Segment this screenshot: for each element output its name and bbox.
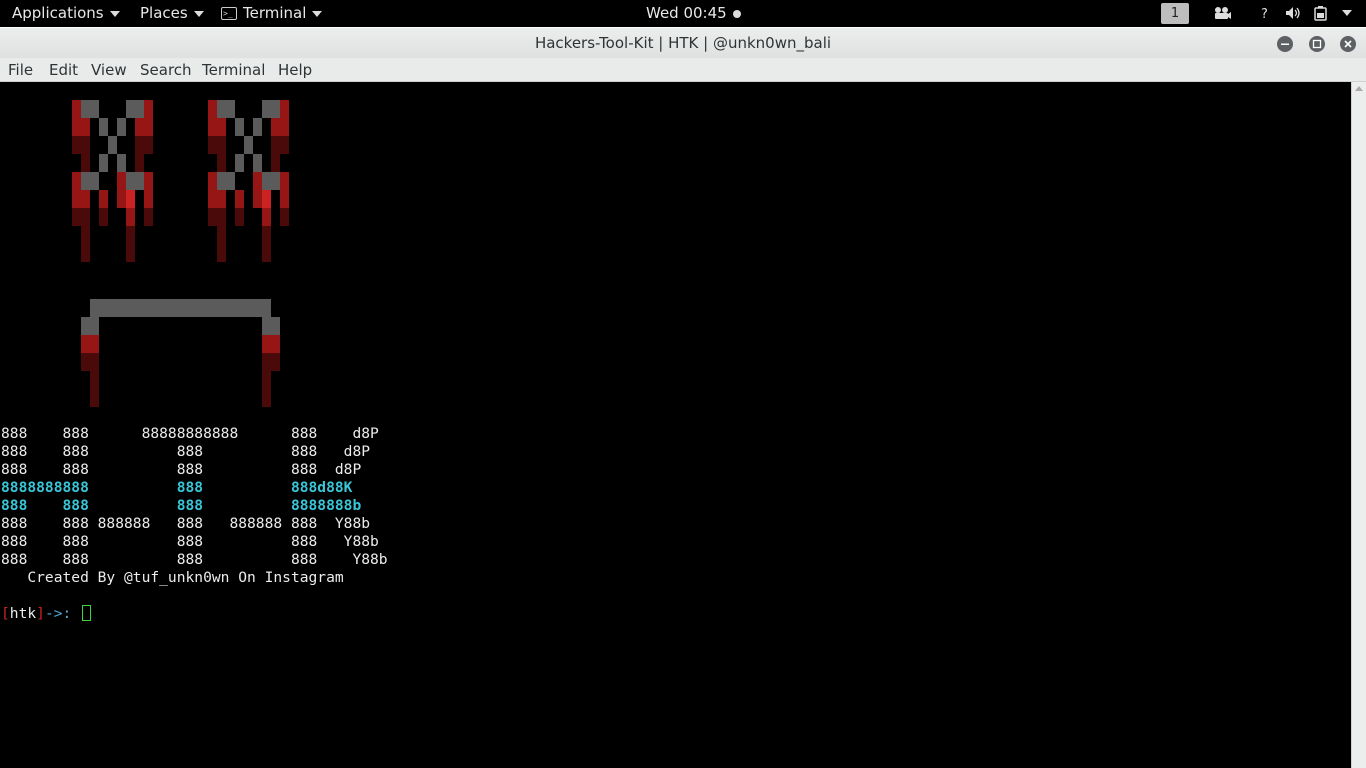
- workspace-indicator[interactable]: 1: [1161, 3, 1189, 24]
- minimize-button[interactable]: [1277, 36, 1293, 52]
- system-menu[interactable]: [1336, 0, 1352, 27]
- terminal-app-label: Terminal: [243, 4, 307, 22]
- places-label: Places: [140, 4, 188, 22]
- chevron-down-icon: [312, 10, 323, 17]
- banner-line: 8888888888 888 888d88K: [1, 479, 353, 496]
- text-cursor: [82, 605, 92, 621]
- scrollbar[interactable]: [1351, 82, 1366, 768]
- command-prompt[interactable]: [htk]->:: [1, 605, 92, 623]
- menu-search[interactable]: Search: [140, 58, 192, 82]
- window-titlebar[interactable]: Hackers-Tool-Kit | HTK | @unkn0wn_bali: [0, 27, 1366, 58]
- chevron-down-icon: [109, 10, 120, 17]
- places-menu[interactable]: Places: [140, 0, 204, 27]
- banner-line: 888 888 888 888 d8P: [1, 443, 371, 460]
- banner-line: 888 888 888 888 Y88b: [1, 533, 379, 550]
- terminal-icon: >_: [221, 7, 237, 20]
- banner-line: 888 888 888 888 Y88b: [1, 551, 388, 568]
- menu-edit[interactable]: Edit: [49, 58, 78, 82]
- window-title: Hackers-Tool-Kit | HTK | @unkn0wn_bali: [534, 34, 832, 52]
- notification-dot-icon: [732, 9, 741, 18]
- menu-terminal[interactable]: Terminal: [202, 58, 265, 82]
- close-button[interactable]: [1340, 36, 1356, 52]
- menu-file[interactable]: File: [8, 58, 33, 82]
- clock-label: Wed 00:45: [646, 4, 727, 22]
- help-icon[interactable]: ?: [1258, 0, 1272, 27]
- chevron-down-icon: [193, 10, 204, 17]
- clock[interactable]: Wed 00:45: [646, 0, 741, 27]
- terminal-area[interactable]: 888 888 88888888888 888 d8P 888 888 888 …: [0, 82, 1351, 768]
- terminal-app-menu[interactable]: >_ Terminal: [221, 0, 323, 27]
- volume-icon[interactable]: [1285, 0, 1303, 27]
- camera-icon[interactable]: [1213, 0, 1231, 27]
- prompt-close-bracket: ]: [36, 605, 45, 622]
- banner-line: 888 888 888 888 d8P: [1, 461, 362, 478]
- banner-line: 888 888 88888888888 888 d8P: [1, 425, 379, 442]
- menu-view[interactable]: View: [91, 58, 127, 82]
- top-panel: Applications Places >_ Terminal Wed 00:45…: [0, 0, 1366, 27]
- scroll-up-arrow-icon[interactable]: [1355, 86, 1363, 91]
- credits-line: Created By @tuf_unkn0wn On Instagram: [1, 569, 344, 586]
- applications-menu[interactable]: Applications: [12, 0, 120, 27]
- prompt-name: htk: [9, 605, 37, 622]
- banner-line: 888 888 888888 888 888888 888 Y88b: [1, 515, 371, 532]
- battery-icon[interactable]: [1313, 0, 1331, 27]
- prompt-open-bracket: [: [1, 605, 10, 622]
- prompt-arrow: ->:: [44, 605, 81, 622]
- skull-ascii-art: [72, 100, 289, 407]
- menubar: File Edit View Search Terminal Help: [0, 58, 1366, 82]
- svg-text:?: ?: [1261, 7, 1268, 20]
- menu-help[interactable]: Help: [278, 58, 312, 82]
- banner-line: 888 888 888 8888888b: [1, 497, 362, 514]
- chevron-down-icon: [1342, 10, 1352, 16]
- maximize-button[interactable]: [1309, 36, 1325, 52]
- applications-label: Applications: [12, 4, 104, 22]
